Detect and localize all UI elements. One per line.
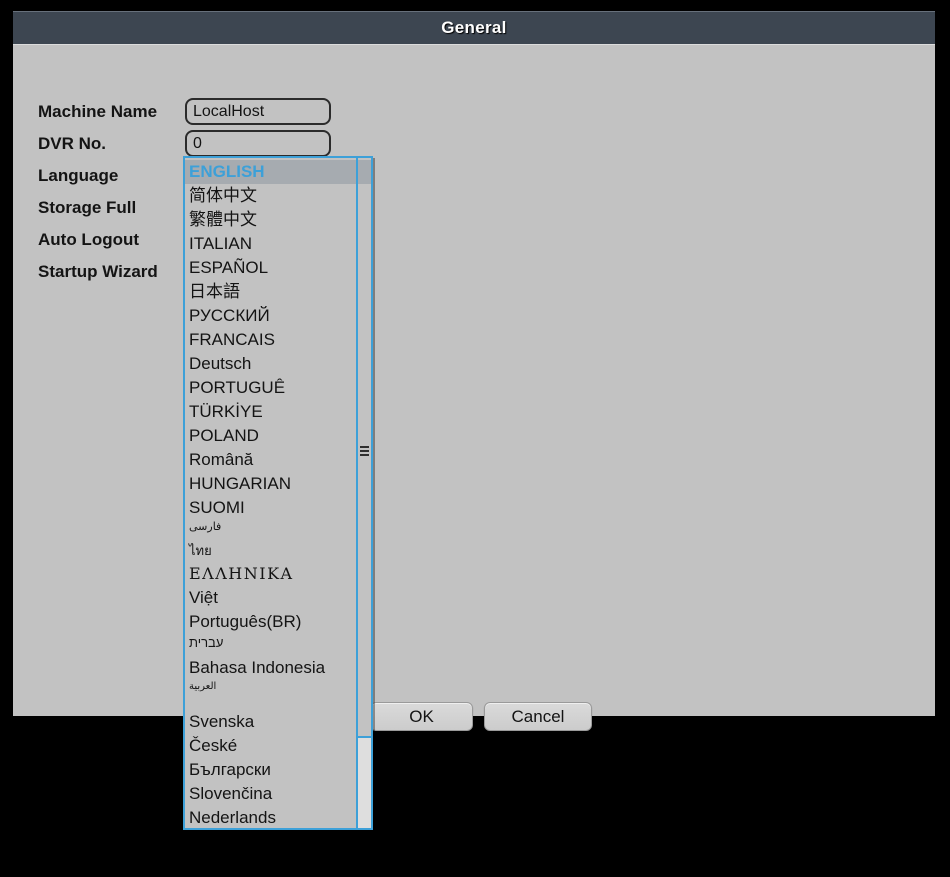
dropdown-option[interactable]: ESPAÑOL bbox=[185, 256, 371, 280]
dropdown-option[interactable]: 繁體中文 bbox=[185, 208, 371, 232]
dialog-body: Machine Name DVR No. Language Storage Fu… bbox=[13, 44, 935, 716]
dropdown-option[interactable]: Português(BR) bbox=[185, 610, 371, 634]
dropdown-options: ENGLISH简体中文繁體中文ITALIANESPAÑOL日本語РУССКИЙF… bbox=[185, 158, 371, 830]
dropdown-option[interactable]: العربية bbox=[185, 680, 371, 697]
scrollbar-grip-icon[interactable] bbox=[360, 446, 369, 456]
dropdown-option[interactable]: HUNGARIAN bbox=[185, 472, 371, 496]
dropdown-option[interactable]: POLAND bbox=[185, 424, 371, 448]
scrollbar-thumb[interactable] bbox=[358, 736, 371, 828]
dropdown-option[interactable]: ENGLISH bbox=[185, 160, 371, 184]
dropdown-option[interactable]: PORTUGUÊ bbox=[185, 376, 371, 400]
dvr-no-input[interactable] bbox=[185, 130, 331, 157]
startup-wizard-label: Startup Wizard bbox=[38, 261, 158, 283]
dropdown-option[interactable]: ไทย bbox=[185, 538, 371, 562]
dropdown-scrollbar[interactable] bbox=[356, 158, 371, 828]
language-label: Language bbox=[38, 165, 118, 187]
dropdown-option[interactable]: TÜRKİYE bbox=[185, 400, 371, 424]
dropdown-option[interactable]: České bbox=[185, 734, 371, 758]
dialog-titlebar[interactable]: General bbox=[13, 11, 935, 44]
cancel-button[interactable]: Cancel bbox=[484, 702, 592, 731]
dropdown-option[interactable]: فارسی bbox=[185, 520, 371, 538]
language-dropdown-list: ENGLISH简体中文繁體中文ITALIANESPAÑOL日本語РУССКИЙF… bbox=[183, 156, 373, 830]
machine-name-label: Machine Name bbox=[38, 101, 157, 123]
dropdown-option[interactable]: SUOMI bbox=[185, 496, 371, 520]
storage-full-label: Storage Full bbox=[38, 197, 136, 219]
dvr-no-label: DVR No. bbox=[38, 133, 106, 155]
ok-button[interactable]: OK bbox=[370, 702, 473, 731]
dropdown-option[interactable]: Deutsch bbox=[185, 352, 371, 376]
dropdown-option[interactable]: Nederlands bbox=[185, 806, 371, 830]
screen: General Machine Name DVR No. Language St… bbox=[0, 0, 950, 877]
dropdown-option[interactable]: ΕΛΛΗΝΙΚΑ bbox=[185, 562, 371, 586]
dropdown-option[interactable]: Slovenčina bbox=[185, 782, 371, 806]
dropdown-option[interactable]: FRANCAIS bbox=[185, 328, 371, 352]
general-dialog: General Machine Name DVR No. Language St… bbox=[13, 11, 935, 716]
dropdown-option[interactable]: Việt bbox=[185, 586, 371, 610]
dropdown-option[interactable]: Bahasa Indonesia bbox=[185, 656, 371, 680]
dropdown-option[interactable]: РУССКИЙ bbox=[185, 304, 371, 328]
machine-name-input[interactable] bbox=[185, 98, 331, 125]
dropdown-option[interactable]: Български bbox=[185, 758, 371, 782]
dropdown-option[interactable]: Svenska bbox=[185, 710, 371, 734]
dialog-title: General bbox=[441, 18, 506, 38]
auto-logout-label: Auto Logout bbox=[38, 229, 139, 251]
dropdown-option[interactable]: 日本語 bbox=[185, 280, 371, 304]
dropdown-option[interactable]: ITALIAN bbox=[185, 232, 371, 256]
dropdown-option[interactable]: 简体中文 bbox=[185, 184, 371, 208]
dropdown-option[interactable]: Română bbox=[185, 448, 371, 472]
dropdown-option[interactable]: עברית bbox=[185, 634, 371, 656]
